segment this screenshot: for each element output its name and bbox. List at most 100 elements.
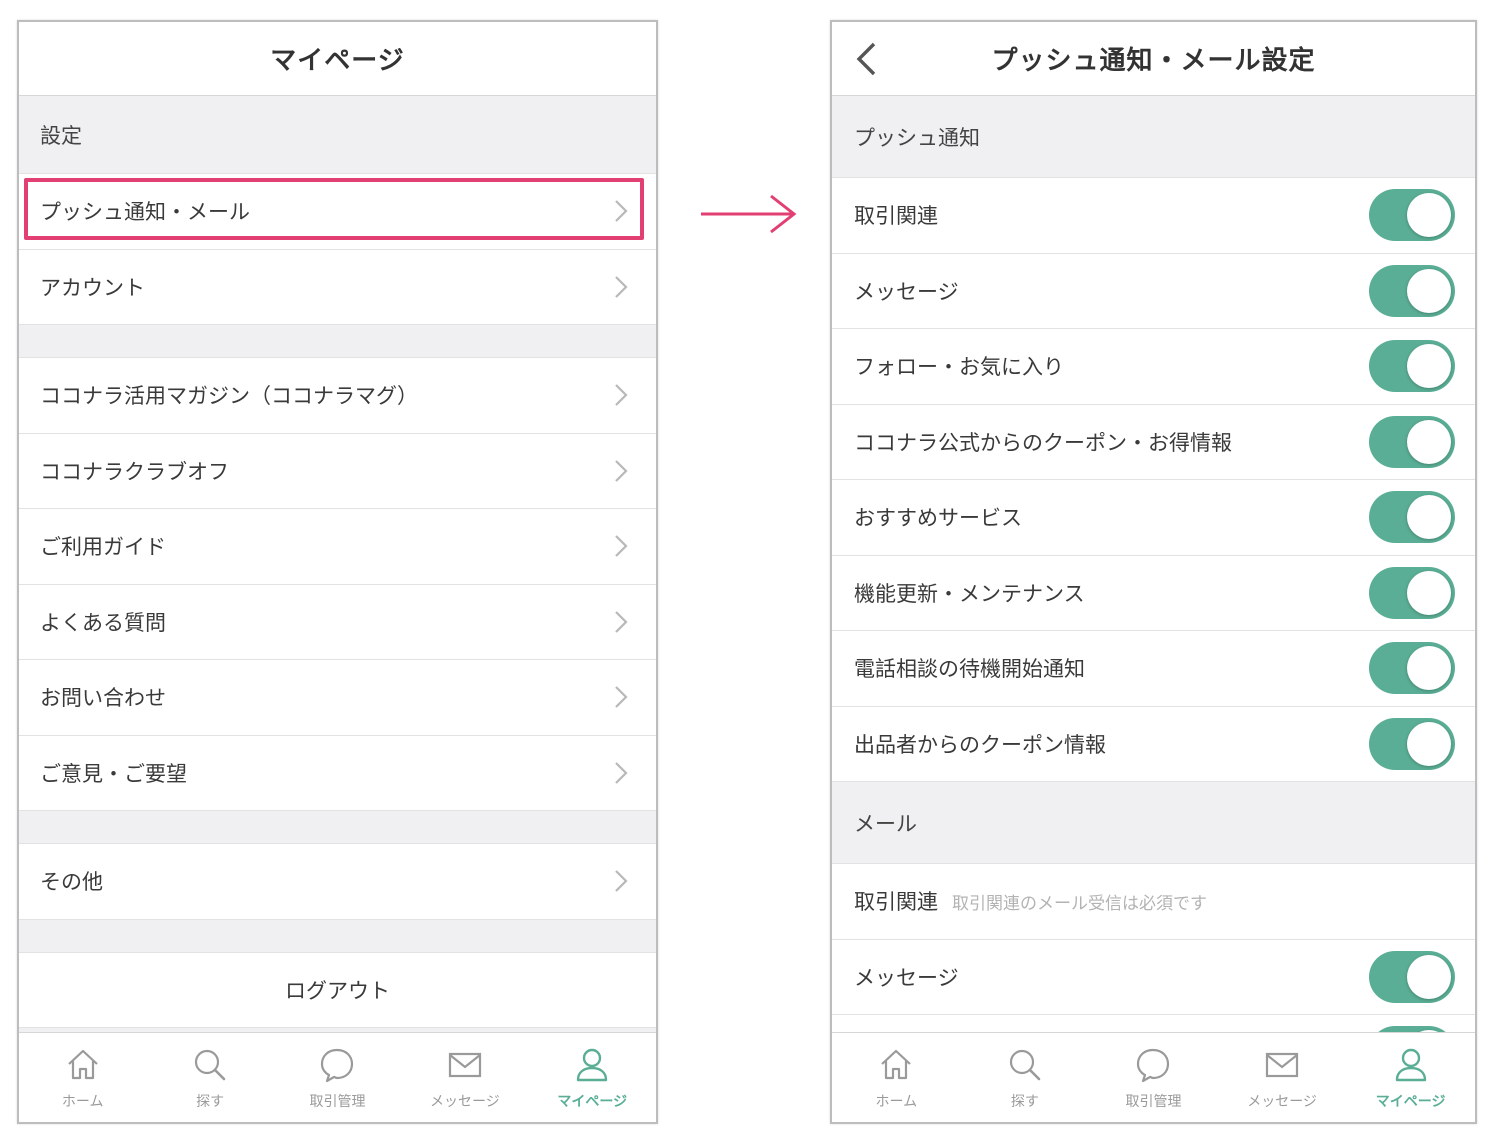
section-gap	[19, 325, 656, 358]
tab-label: 探す	[196, 1094, 225, 1110]
setting-label: 電話相談の待機開始通知	[854, 657, 1085, 682]
setting-label: メッセージ	[854, 965, 959, 990]
chevron-right-icon	[615, 870, 628, 893]
tab-messages[interactable]: メッセージ	[401, 1033, 528, 1111]
push-item-seller-coupons: 出品者からのクーポン情報	[832, 706, 1475, 782]
menu-item-label: ご利用ガイド	[40, 535, 166, 560]
tab-bar: ホーム 探す 取引管理 メッセージ マイページ	[19, 1032, 656, 1122]
tab-label: メッセージ	[430, 1094, 500, 1110]
toggle-knob	[1407, 193, 1451, 238]
toggle-switch[interactable]	[1369, 264, 1455, 317]
toggle-switch[interactable]	[1369, 340, 1455, 393]
toggle-switch[interactable]	[1369, 950, 1455, 1003]
menu-item-contact[interactable]: お問い合わせ	[19, 660, 656, 736]
menu-item-label: アカウント	[40, 275, 145, 300]
search-icon	[194, 1049, 226, 1081]
user-icon	[1395, 1048, 1426, 1082]
menu-item-faq[interactable]: よくある質問	[19, 584, 656, 660]
tab-label: ホーム	[61, 1094, 104, 1110]
toggle-knob	[1407, 495, 1451, 540]
chevron-right-icon	[615, 610, 628, 633]
tab-mypage[interactable]: マイページ	[1346, 1033, 1475, 1111]
setting-label: メッセージ	[854, 279, 959, 304]
tab-label: 探す	[1010, 1094, 1039, 1110]
page-title: マイページ	[270, 46, 405, 76]
menu-item-label: よくある質問	[40, 610, 166, 635]
mypage-screen: マイページ 設定 プッシュ通知・メール アカウント ココナラ活用マガジン（ココナ…	[17, 20, 658, 1124]
tab-label: メッセージ	[1247, 1094, 1317, 1110]
section-header-push: プッシュ通知	[832, 96, 1475, 178]
toggle-switch[interactable]	[1369, 189, 1455, 242]
highlight-frame	[24, 178, 644, 240]
push-item-recommended: おすすめサービス	[832, 480, 1475, 556]
toggle-knob	[1407, 721, 1451, 766]
setting-label: 取引関連	[854, 890, 938, 915]
mail-item-transactions: 取引関連 取引関連のメール受信は必須です	[832, 864, 1475, 940]
push-item-follow-favorites: フォロー・お気に入り	[832, 329, 1475, 405]
mail-icon	[1265, 1052, 1299, 1078]
menu-item-label: その他	[40, 870, 103, 895]
user-icon	[577, 1048, 608, 1082]
home-icon	[67, 1049, 98, 1080]
section-header-settings: 設定	[19, 96, 656, 174]
toggle-switch[interactable]	[1369, 642, 1455, 695]
tab-mypage[interactable]: マイページ	[529, 1033, 656, 1111]
menu-item-guide[interactable]: ご利用ガイド	[19, 509, 656, 585]
section-header-mail: メール	[832, 782, 1475, 864]
toggle-knob	[1407, 954, 1451, 999]
tab-label: マイページ	[557, 1094, 628, 1110]
page-title: プッシュ通知・メール設定	[991, 46, 1316, 76]
menu-item-magazine[interactable]: ココナラ活用マガジン（ココナラマグ）	[19, 358, 656, 434]
mail-item-messages: メッセージ	[832, 939, 1475, 1015]
chevron-right-icon	[615, 459, 628, 482]
logout-button[interactable]: ログアウト	[19, 952, 656, 1028]
logout-label: ログアウト	[285, 978, 390, 1003]
tab-messages[interactable]: メッセージ	[1218, 1033, 1347, 1111]
push-item-transactions: 取引関連	[832, 178, 1475, 254]
mail-icon	[448, 1052, 481, 1078]
tab-home[interactable]: ホーム	[832, 1033, 961, 1111]
tab-transactions[interactable]: 取引管理	[1089, 1033, 1218, 1111]
toggle-switch[interactable]	[1369, 566, 1455, 619]
menu-item-label: ご意見・ご要望	[40, 761, 187, 786]
setting-label: 機能更新・メンテナンス	[854, 581, 1085, 606]
toggle-switch[interactable]	[1369, 415, 1455, 468]
toggle-switch[interactable]	[1369, 717, 1455, 770]
toggle-switch[interactable]	[1369, 491, 1455, 544]
back-chevron-icon[interactable]	[854, 40, 878, 78]
tab-transactions[interactable]: 取引管理	[274, 1033, 401, 1111]
setting-label: おすすめサービス	[854, 506, 1022, 531]
push-mail-settings-screen: プッシュ通知・メール設定 プッシュ通知 取引関連 メッセージ フォロー・お気に入…	[830, 20, 1477, 1124]
chevron-right-icon	[615, 535, 628, 558]
toggle-knob	[1407, 646, 1451, 691]
search-icon	[1009, 1049, 1041, 1081]
tab-search[interactable]: 探す	[146, 1033, 273, 1111]
arrow-right-icon	[701, 194, 797, 234]
tab-home[interactable]: ホーム	[19, 1033, 146, 1111]
toggle-knob	[1407, 570, 1451, 615]
section-gap	[19, 919, 656, 953]
chat-bubble-icon	[321, 1048, 354, 1083]
menu-item-feedback[interactable]: ご意見・ご要望	[19, 735, 656, 811]
tab-label: 取引管理	[309, 1094, 366, 1110]
setting-label: 取引関連	[854, 204, 938, 229]
push-item-phone-consult: 電話相談の待機開始通知	[832, 631, 1475, 707]
tab-search[interactable]: 探す	[961, 1033, 1090, 1111]
chevron-right-icon	[615, 761, 628, 784]
tab-label: マイページ	[1375, 1094, 1446, 1110]
tab-label: 取引管理	[1125, 1094, 1182, 1110]
push-item-official-coupons: ココナラ公式からのクーポン・お得情報	[832, 404, 1475, 480]
section-gap	[19, 811, 656, 844]
toggle-knob	[1407, 268, 1451, 313]
chat-bubble-icon	[1137, 1048, 1170, 1083]
toggle-knob	[1407, 344, 1451, 389]
tab-label: ホーム	[875, 1094, 918, 1110]
home-icon	[881, 1049, 912, 1080]
menu-item-other[interactable]: その他	[19, 844, 656, 920]
setting-label: 出品者からのクーポン情報	[854, 732, 1106, 757]
toggle-knob	[1407, 419, 1451, 464]
menu-item-label: ココナラクラブオフ	[40, 459, 229, 484]
menu-item-club-off[interactable]: ココナラクラブオフ	[19, 433, 656, 509]
chevron-right-icon	[615, 686, 628, 709]
menu-item-account[interactable]: アカウント	[19, 249, 656, 325]
